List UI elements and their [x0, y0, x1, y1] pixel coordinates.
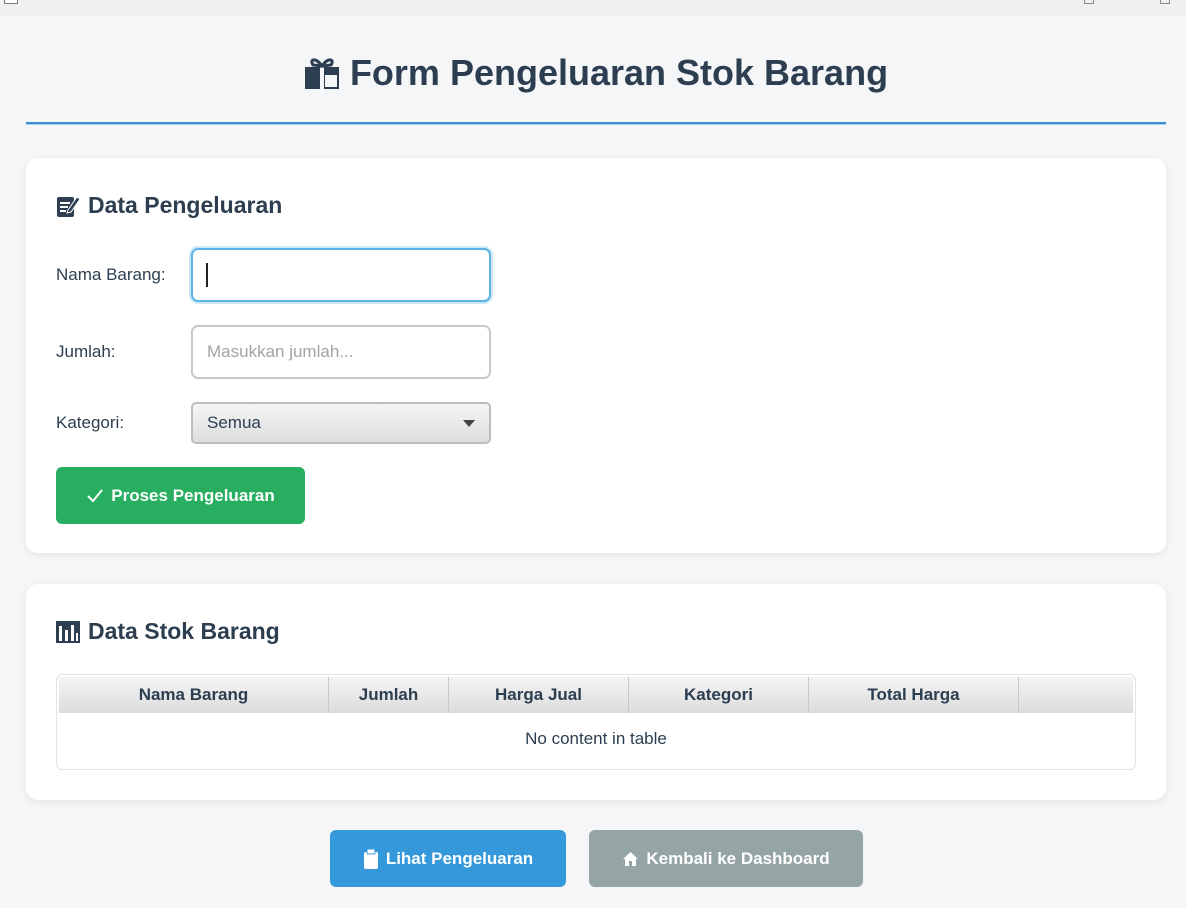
column-header-kategori[interactable]: Kategori: [629, 677, 809, 713]
window-app-icon: [4, 0, 18, 4]
chevron-down-icon: [463, 419, 475, 427]
lihat-pengeluaran-button[interactable]: Lihat Pengeluaran: [330, 830, 566, 887]
home-icon: [622, 851, 639, 867]
kategori-selected-value: Semua: [207, 413, 261, 432]
form-card-title: Data Pengeluaran: [88, 192, 283, 218]
kategori-label: Kategori:: [56, 413, 125, 432]
column-header-nama-barang[interactable]: Nama Barang: [59, 677, 329, 713]
bar-chart-icon: [56, 620, 80, 643]
table-empty-message: No content in table: [525, 729, 667, 748]
text-caret: [206, 263, 208, 287]
table-card-title: Data Stok Barang: [88, 618, 280, 644]
column-header-total-harga[interactable]: Total Harga: [809, 677, 1019, 713]
jumlah-row: Jumlah:: [56, 325, 491, 379]
table-card-heading: Data Stok Barang: [56, 618, 280, 645]
window-titlebar: [0, 0, 1186, 16]
proses-pengeluaran-button[interactable]: Proses Pengeluaran: [56, 467, 305, 524]
window-restore-button[interactable]: [1084, 0, 1094, 4]
kembali-dashboard-button[interactable]: Kembali ke Dashboard: [589, 830, 863, 887]
nama-barang-input[interactable]: [191, 248, 491, 302]
kategori-row: Kategori: Semua: [56, 402, 491, 444]
table-header-row: Nama Barang Jumlah Harga Jual Kategori T…: [59, 677, 1133, 713]
kategori-select[interactable]: Semua: [191, 402, 491, 444]
header-divider: [26, 122, 1166, 125]
column-header-harga-jual[interactable]: Harga Jual: [449, 677, 629, 713]
stok-table: Nama Barang Jumlah Harga Jual Kategori T…: [56, 674, 1136, 770]
check-icon: [86, 488, 104, 504]
memo-pencil-icon: [56, 194, 80, 218]
page-title: Form Pengeluaran Stok Barang: [349, 52, 889, 93]
nama-barang-wrapper: [191, 248, 491, 302]
page-header: Form Pengeluaran Stok Barang: [26, 16, 1166, 128]
jumlah-input[interactable]: [191, 325, 491, 379]
table-card: Data Stok Barang Nama Barang Jumlah Harg…: [26, 584, 1166, 800]
form-card: Data Pengeluaran Nama Barang: Jumlah: Ka…: [26, 158, 1166, 553]
gift-box-icon: [304, 56, 340, 90]
form-card-heading: Data Pengeluaran: [56, 192, 282, 219]
kembali-dashboard-label: Kembali ke Dashboard: [646, 848, 830, 868]
nama-barang-label: Nama Barang:: [56, 265, 166, 284]
nama-barang-row: Nama Barang:: [56, 248, 491, 302]
clipboard-icon: [363, 848, 379, 869]
page-title-row: Form Pengeluaran Stok Barang: [26, 52, 1166, 94]
column-header-filler: [1019, 677, 1133, 713]
window-close-button[interactable]: [1160, 0, 1170, 4]
column-header-jumlah[interactable]: Jumlah: [329, 677, 449, 713]
proses-pengeluaran-label: Proses Pengeluaran: [111, 485, 275, 505]
lihat-pengeluaran-label: Lihat Pengeluaran: [385, 848, 534, 868]
jumlah-label: Jumlah:: [56, 342, 116, 361]
